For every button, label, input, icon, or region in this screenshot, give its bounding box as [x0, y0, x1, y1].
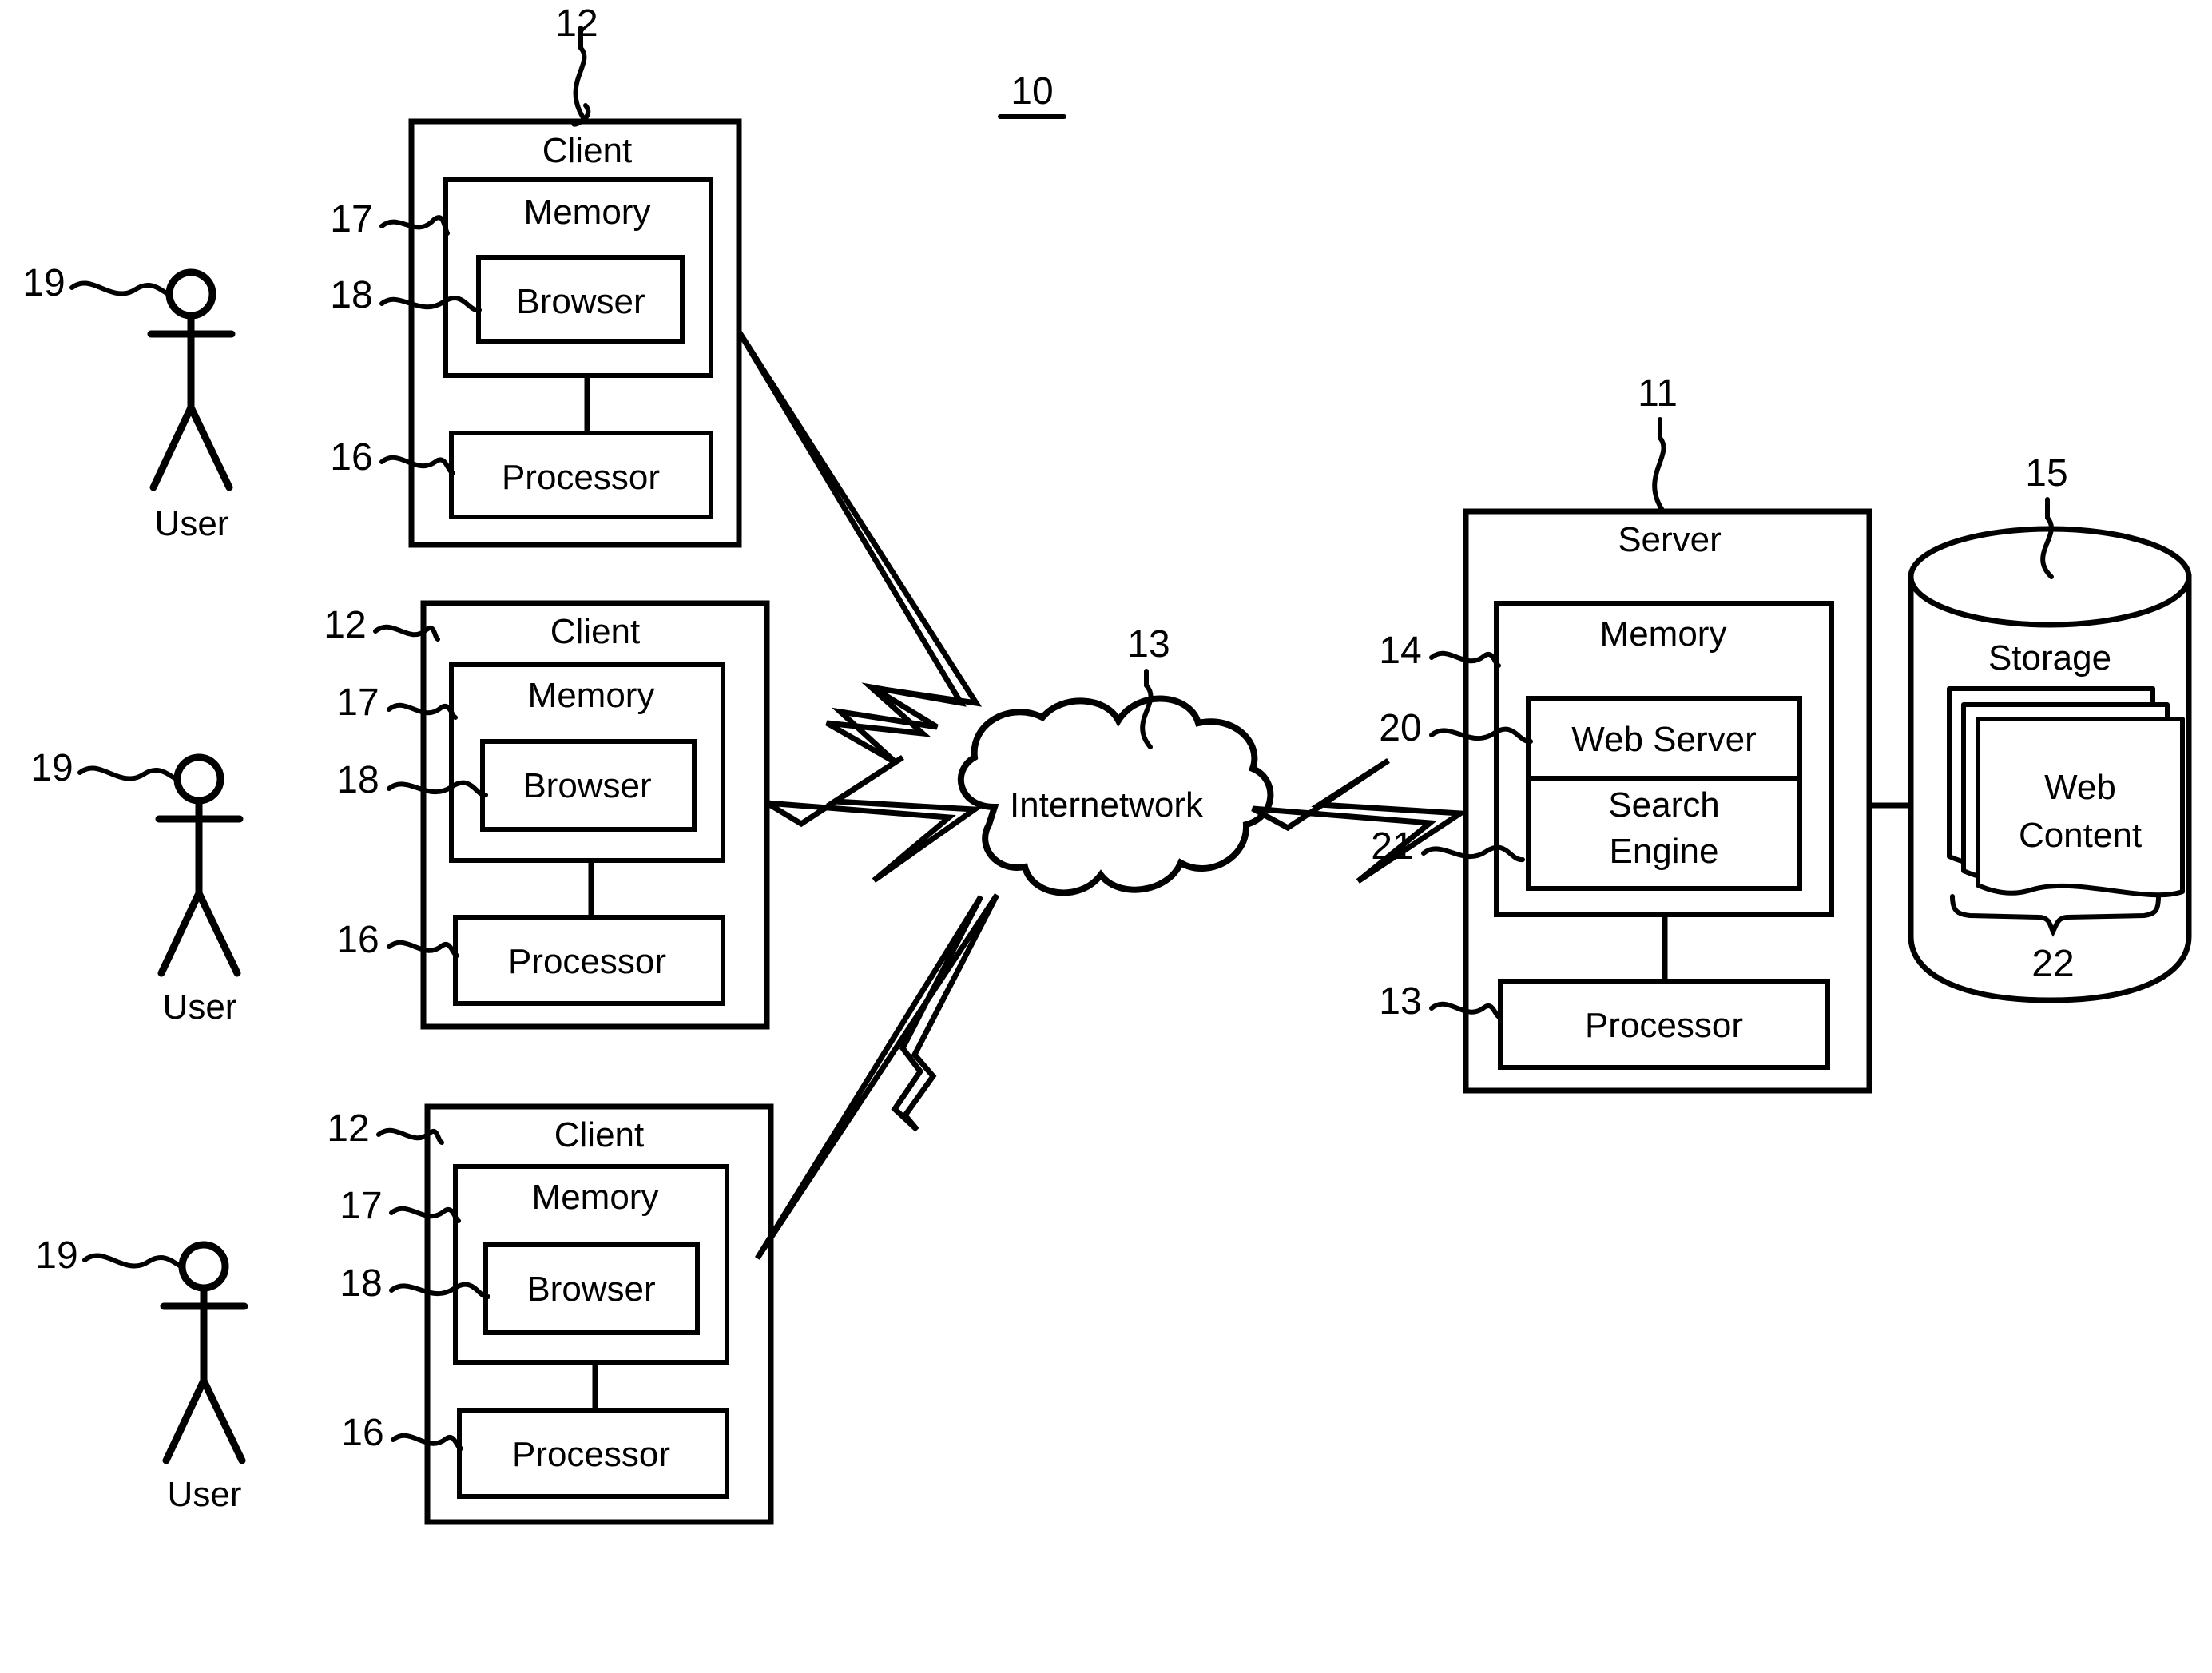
figure-number-text: 10 [1011, 70, 1053, 113]
server-processor-label: Processor [1585, 1006, 1743, 1045]
user-2-ref19-text: 19 [30, 747, 73, 789]
user-3-group: User 19 [35, 1234, 248, 1514]
user-3-leg-left [162, 1377, 208, 1464]
server-search-engine-label-line1: Search [1608, 785, 1719, 825]
client-3-processor-label: Processor [512, 1435, 670, 1474]
client-2-processor-label: Processor [508, 942, 666, 981]
client-1-browser-label: Browser [516, 282, 645, 321]
client-3-ref18-text: 18 [340, 1262, 382, 1305]
client-3-ref12-text: 12 [327, 1107, 369, 1150]
server-memory-label: Memory [1600, 614, 1727, 654]
patent-figure: 10 Client Memory Browser Processor 12 17… [0, 0, 2212, 1673]
storage-web-content-label-line1: Web [2044, 768, 2116, 807]
server-label: Server [1618, 520, 1722, 559]
user-1-leg-right [187, 403, 233, 491]
server-ref14-text: 14 [1379, 630, 1421, 672]
user-1-ref19-leader [69, 280, 172, 296]
lightning-bolt-2-icon [765, 755, 983, 883]
user-1-head-icon [165, 268, 216, 320]
user-2-leg-left [157, 889, 203, 977]
user-3-ref19-text: 19 [35, 1234, 77, 1277]
storage-group[interactable]: Storage Web Content 22 15 [1908, 452, 2192, 1003]
link-client1-network [736, 330, 983, 766]
server-ref13-text: 13 [1379, 980, 1421, 1023]
client-3-label: Client [554, 1115, 645, 1154]
client-3-memory-label: Memory [532, 1178, 659, 1217]
storage-label: Storage [1988, 638, 2111, 678]
client-3-browser-label: Browser [526, 1270, 655, 1309]
user-3-label: User [168, 1475, 242, 1514]
server-web-server-label: Web Server [1571, 720, 1757, 759]
user-1-group: User 19 [22, 262, 236, 543]
client-2-ref16-text: 16 [336, 919, 379, 961]
storage-ref15-text: 15 [2025, 452, 2067, 495]
client-2-ref17-text: 17 [336, 682, 379, 724]
storage-web-content-ref-text: 22 [2031, 943, 2074, 985]
client-2-label: Client [550, 612, 641, 651]
user-1-leg-left [149, 403, 195, 491]
client-1-ref17-text: 17 [330, 198, 372, 240]
client-3-ref17-text: 17 [340, 1185, 382, 1227]
storage-web-content-label-line2: Content [2019, 816, 2142, 855]
client-2-memory-label: Memory [528, 676, 655, 715]
user-1-ref19-text: 19 [22, 262, 65, 304]
client-2-browser-label: Browser [522, 766, 651, 805]
user-3-leg-right [200, 1377, 246, 1464]
client-1-memory-label: Memory [524, 193, 651, 232]
internetwork-group[interactable]: Internetwork 13 [957, 623, 1274, 896]
client-2-ref18-text: 18 [336, 759, 379, 801]
link-client2-network [765, 755, 983, 883]
lightning-bolt-1-icon [736, 330, 983, 766]
internetwork-ref13-text: 13 [1127, 623, 1170, 666]
server-ref11-text: 11 [1638, 372, 1678, 415]
server-ref11-leader [1652, 417, 1666, 514]
client-1-ref18-text: 18 [330, 274, 372, 316]
client-1-group[interactable]: Client Memory Browser Processor 12 17 18… [330, 2, 742, 548]
internetwork-label: Internetwork [1010, 785, 1204, 825]
lightning-bolt-3-icon [755, 893, 1000, 1260]
client-3-ref16-text: 16 [341, 1412, 383, 1454]
user-1-label: User [155, 504, 229, 543]
client-3-group[interactable]: Client Memory Browser Processor 12 17 18… [327, 1103, 774, 1525]
user-3-ref19-leader [82, 1253, 185, 1269]
server-ref20-text: 20 [1379, 707, 1421, 749]
link-client3-network [755, 893, 1000, 1260]
user-3-head-icon [178, 1241, 229, 1292]
client-1-ref16-text: 16 [330, 436, 372, 479]
client-1-label: Client [542, 131, 633, 170]
client-2-group[interactable]: Client Memory Browser Processor 12 17 18… [324, 600, 770, 1030]
user-2-label: User [163, 988, 237, 1027]
figure-number: 10 [998, 70, 1066, 119]
diagram-canvas: 10 Client Memory Browser Processor 12 17… [22, 2, 2192, 1525]
client-1-processor-label: Processor [502, 458, 660, 497]
client-1-ref12-text: 12 [555, 2, 598, 45]
storage-page-front [1976, 717, 2185, 898]
link-network-server [1251, 758, 1469, 884]
server-group[interactable]: Server Memory Web Server Search Engine P… [1371, 372, 1872, 1094]
server-ref21-text: 21 [1371, 825, 1413, 868]
lightning-bolt-4-icon [1251, 758, 1469, 884]
user-2-leg-right [195, 889, 241, 977]
user-2-group: User 19 [30, 747, 244, 1027]
user-2-ref19-leader [77, 765, 180, 781]
user-2-head-icon [173, 753, 224, 805]
server-search-engine-label-line2: Engine [1609, 832, 1718, 871]
client-2-ref12-text: 12 [324, 604, 366, 646]
